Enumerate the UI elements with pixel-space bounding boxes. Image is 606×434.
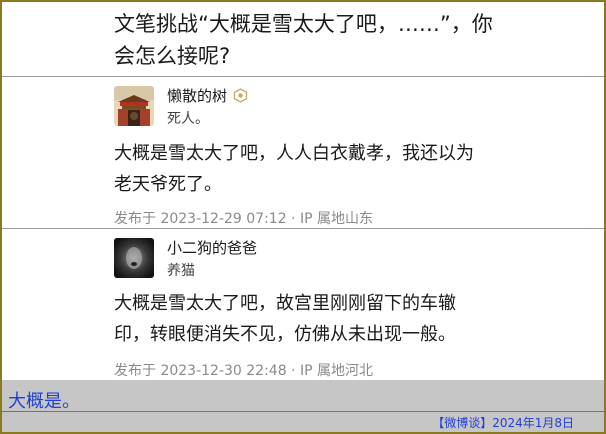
answer-content: 大概是雪太大了吧，故宫里刚刚留下的车辙 印，转眼便消失不见，仿佛从未出现一般。	[114, 288, 494, 350]
comment-footer: 大概是。 【微博谈】2024年1月8日	[2, 380, 604, 432]
question-title[interactable]: 文笔挑战“大概是雪太大了吧，……”，你 会怎么接呢?	[114, 8, 514, 72]
comment-text: 大概是。	[8, 391, 80, 412]
answer-meta: 发布于 2023-12-30 22:48 · IP 属地河北	[114, 363, 373, 379]
author-bio: 养猫	[167, 263, 195, 279]
author-bio: 死人。	[167, 111, 209, 127]
answer-content-line-1: 大概是雪太大了吧，故宫里刚刚留下的车辙	[114, 293, 456, 314]
question-line-1: 文笔挑战“大概是雪太大了吧，……”，你	[114, 12, 493, 36]
dark-face-avatar[interactable]	[114, 238, 154, 278]
footer-divider	[2, 411, 604, 412]
answer-content-line-2: 老天爷死了。	[114, 174, 222, 195]
divider	[2, 76, 604, 77]
answer-content-line-1: 大概是雪太大了吧，人人白衣戴孝，我还以为	[114, 143, 474, 164]
question-line-2: 会怎么接呢?	[114, 44, 231, 68]
screenshot-frame: 文笔挑战“大概是雪太大了吧，……”，你 会怎么接呢? 懒散的树 死人。 大概是雪…	[2, 2, 604, 432]
author-name[interactable]: 懒散的树	[167, 85, 248, 106]
forbidden-city-avatar[interactable]	[114, 86, 154, 126]
divider	[2, 228, 604, 229]
answer-content-line-2: 印，转眼便消失不见，仿佛从未出现一般。	[114, 324, 456, 345]
answer-meta: 发布于 2023-12-29 07:12 · IP 属地山东	[114, 211, 373, 227]
source-credit: 【微博谈】2024年1月8日	[432, 416, 574, 430]
hexagon-badge-icon	[233, 88, 248, 103]
author-name[interactable]: 小二狗的爸爸	[167, 237, 257, 258]
answer-content: 大概是雪太大了吧，人人白衣戴孝，我还以为 老天爷死了。	[114, 138, 494, 200]
